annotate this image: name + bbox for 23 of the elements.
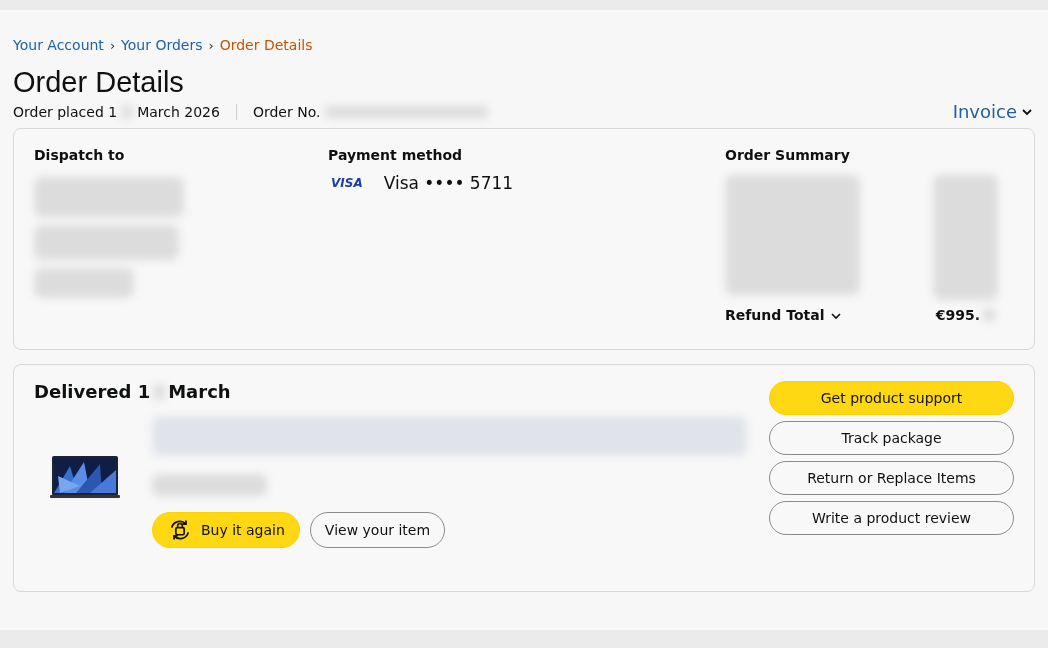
invoice-link[interactable]: Invoice	[952, 101, 1033, 122]
breadcrumb-separator: ›	[109, 37, 116, 53]
card-number: Visa •••• 5711	[383, 173, 514, 193]
section-heading: Payment method	[328, 147, 464, 163]
breadcrumb-separator: ›	[208, 37, 214, 53]
section-heading: Order Summary	[725, 147, 851, 163]
chevron-icon	[1021, 106, 1033, 117]
delivery-status: March	[168, 381, 231, 402]
order-date: Order placed 1	[13, 103, 118, 120]
section-heading: Dispatch to	[34, 147, 126, 163]
order-number-label: Order No.	[252, 103, 321, 120]
order-date: March 2026	[137, 103, 220, 120]
page-title: Order Details	[13, 65, 185, 99]
buy-again-button[interactable]: Buy it again	[152, 512, 300, 548]
breadcrumb-link[interactable]: Your Account	[13, 37, 104, 53]
card-logo: VISA	[330, 175, 364, 192]
breadcrumb-link[interactable]: Your Orders	[121, 37, 203, 53]
refund-amount: €995.	[935, 307, 980, 323]
chevron-icon	[830, 310, 842, 320]
breadcrumb-link[interactable]: Order Details	[219, 37, 313, 53]
delivery-status: Delivered 1	[34, 381, 151, 402]
refund-total-toggle[interactable]: Refund Total	[725, 307, 842, 323]
action-button[interactable]: Get product support	[769, 381, 1014, 415]
